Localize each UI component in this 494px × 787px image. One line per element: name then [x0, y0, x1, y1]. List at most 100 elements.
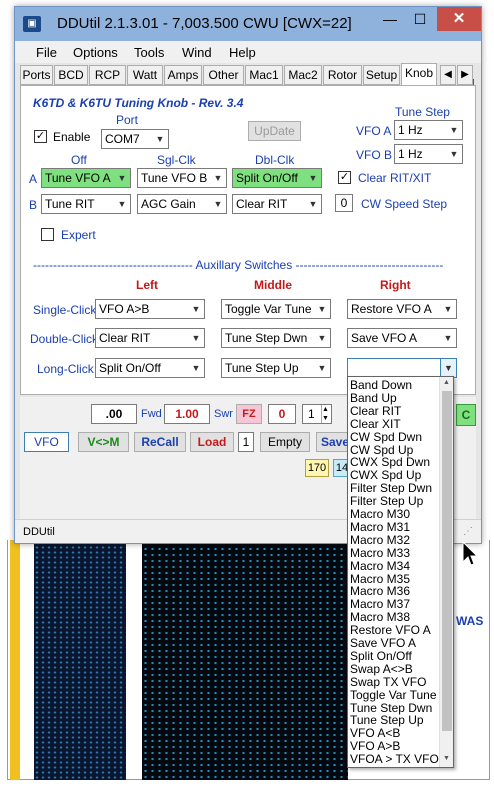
scrollbar-thumb[interactable] — [442, 391, 452, 731]
status-green-button[interactable]: C — [456, 404, 476, 426]
aux-switches-header: ----------------------------------------… — [33, 258, 444, 272]
tab-ports[interactable]: Ports — [20, 65, 53, 85]
chevron-down-icon: ▼ — [443, 304, 453, 314]
knob-b-dbl-select[interactable]: Clear RIT ▼ — [232, 194, 322, 214]
menu-help[interactable]: Help — [229, 45, 256, 60]
recall-button[interactable]: ReCall — [134, 432, 186, 452]
tab-mac2[interactable]: Mac2 — [284, 65, 322, 85]
double-right-value: Save VFO A — [351, 331, 418, 345]
up-down-arrows-icon[interactable]: ▲ ▼ — [321, 405, 331, 423]
tab-rcp[interactable]: RCP — [89, 65, 126, 85]
vfo-a-step-select[interactable]: 1 Hz ▼ — [394, 120, 463, 140]
knob-b-off-select[interactable]: Tune RIT ▼ — [41, 194, 131, 214]
radio-app-icon: ▣ — [23, 16, 41, 32]
fz-button[interactable]: FZ — [236, 404, 262, 424]
tab-scroll-left-icon[interactable]: ◀ — [440, 65, 456, 85]
chevron-down-icon: ▼ — [317, 333, 327, 343]
chevron-down-icon: ▼ — [117, 199, 127, 209]
tab-amps[interactable]: Amps — [164, 65, 202, 85]
long-left-select[interactable]: Split On/Off ▼ — [95, 358, 205, 378]
col-dbl-label: Dbl-Clk — [255, 153, 295, 167]
enable-checkbox[interactable]: ✓ — [34, 130, 47, 143]
dropdown-option[interactable]: Split On/Off — [350, 649, 412, 663]
vfo-a-step-label: VFO A — [356, 124, 392, 138]
update-button[interactable]: UpDate — [248, 121, 301, 141]
scroll-up-icon[interactable]: ▲ — [443, 379, 450, 386]
dropdown-option[interactable]: Swap TX VFO — [350, 675, 426, 689]
dropdown-option[interactable]: Macro M34 — [350, 559, 410, 573]
minimize-button[interactable]: — — [375, 7, 405, 31]
single-middle-select[interactable]: Toggle Var Tune ▼ — [221, 299, 331, 319]
chevron-down-icon: ▼ — [191, 304, 201, 314]
resize-grip-icon[interactable]: ⋰ — [463, 526, 473, 537]
scroll-down-icon[interactable]: ▼ — [443, 755, 450, 762]
dropdown-scrollbar[interactable]: ▲ ▼ — [439, 377, 453, 767]
empty-button[interactable]: Empty — [260, 432, 310, 452]
window-title: DDUtil 2.1.3.01 - 7,003.500 CWU [CWX=22] — [57, 15, 352, 32]
long-right-dropdown-list[interactable]: Band Down Band Up Clear RIT Clear XIT CW Spd… — [347, 376, 454, 768]
vfo-mem-swap-button[interactable]: V<>M — [78, 432, 129, 452]
vfo-a-step-value: 1 Hz — [398, 123, 423, 137]
clear-rit-checkbox[interactable]: ✓ — [338, 171, 351, 184]
row-b-label: B — [29, 198, 38, 212]
load-button[interactable]: Load — [190, 432, 234, 452]
knob-a-dbl-select[interactable]: Split On/Off ▼ — [232, 168, 322, 188]
dropdown-option[interactable]: Band Up — [350, 391, 397, 405]
dropdown-option[interactable]: Macro M31 — [350, 520, 410, 534]
menu-tools[interactable]: Tools — [134, 45, 164, 60]
maximize-button[interactable]: ☐ — [405, 7, 435, 31]
step-stepper[interactable]: 1 ▲ ▼ — [302, 404, 332, 424]
vfo-b-step-select[interactable]: 1 Hz ▼ — [394, 144, 463, 164]
waterfall-display-left — [34, 540, 126, 780]
chevron-down-icon: ▼ — [117, 173, 127, 183]
dropdown-option[interactable]: Swap A<>B — [350, 662, 413, 676]
tab-rotor[interactable]: Rotor — [323, 65, 362, 85]
dropdown-option[interactable]: Macro M32 — [350, 533, 410, 547]
tab-scroll-right-icon[interactable]: ▶ — [457, 65, 473, 85]
double-click-label: Double-Click — [30, 332, 99, 346]
chevron-down-icon: ▼ — [443, 333, 453, 343]
chevron-down-icon: ▼ — [317, 363, 327, 373]
dropdown-option[interactable]: Clear RIT — [350, 404, 401, 418]
knob-a-off-value: Tune VFO A — [45, 171, 111, 185]
knob-b-sgl-select[interactable]: AGC Gain ▼ — [137, 194, 227, 214]
expert-label: Expert — [61, 228, 96, 242]
dropdown-option[interactable]: VFOA > TX VFO — [350, 753, 439, 766]
tab-setup[interactable]: Setup — [363, 65, 400, 85]
double-middle-select[interactable]: Tune Step Dwn ▼ — [221, 328, 331, 348]
single-left-value: VFO A>B — [99, 302, 150, 316]
knob-a-off-select[interactable]: Tune VFO A ▼ — [41, 168, 131, 188]
knob-a-sgl-select[interactable]: Tune VFO B ▼ — [137, 168, 227, 188]
tab-mac1[interactable]: Mac1 — [245, 65, 283, 85]
port-value: COM7 — [105, 132, 140, 146]
dropdown-option[interactable]: Toggle Var Tune — [350, 688, 437, 702]
long-middle-select[interactable]: Tune Step Up ▼ — [221, 358, 331, 378]
vfo-button[interactable]: VFO — [24, 432, 69, 452]
tab-bcd[interactable]: BCD — [54, 65, 88, 85]
double-right-select[interactable]: Save VFO A ▼ — [347, 328, 457, 348]
knob-panel-title: K6TD & K6TU Tuning Knob - Rev. 3.4 — [33, 96, 244, 110]
double-left-select[interactable]: Clear RIT ▼ — [95, 328, 205, 348]
tab-watt[interactable]: Watt — [127, 65, 163, 85]
dropdown-option[interactable]: Clear XIT — [350, 417, 401, 431]
close-button[interactable]: ✕ — [437, 7, 481, 31]
long-left-value: Split On/Off — [99, 361, 161, 375]
title-bar[interactable]: ▣ DDUtil 2.1.3.01 - 7,003.500 CWU [CWX=2… — [15, 7, 481, 41]
long-middle-value: Tune Step Up — [225, 361, 299, 375]
chevron-down-icon: ▼ — [449, 125, 459, 135]
waterfall-display-main — [142, 540, 348, 780]
tab-knob[interactable]: Knob — [401, 63, 437, 85]
dropdown-option[interactable]: CW Spd Dwn — [350, 430, 422, 444]
long-right-select[interactable]: ▼ — [347, 358, 457, 378]
cw-speed-step-input[interactable]: 0 — [335, 194, 353, 212]
single-right-select[interactable]: Restore VFO A ▼ — [347, 299, 457, 319]
menu-file[interactable]: File — [36, 45, 57, 60]
dropdown-option[interactable]: Macro M33 — [350, 546, 410, 560]
menu-options[interactable]: Options — [73, 45, 118, 60]
menu-wind[interactable]: Wind — [182, 45, 212, 60]
chevron-down-icon: ▼ — [155, 134, 165, 144]
expert-checkbox[interactable] — [41, 228, 54, 241]
port-select[interactable]: COM7 ▼ — [101, 129, 169, 149]
single-left-select[interactable]: VFO A>B ▼ — [95, 299, 205, 319]
tab-other[interactable]: Other — [203, 65, 244, 85]
